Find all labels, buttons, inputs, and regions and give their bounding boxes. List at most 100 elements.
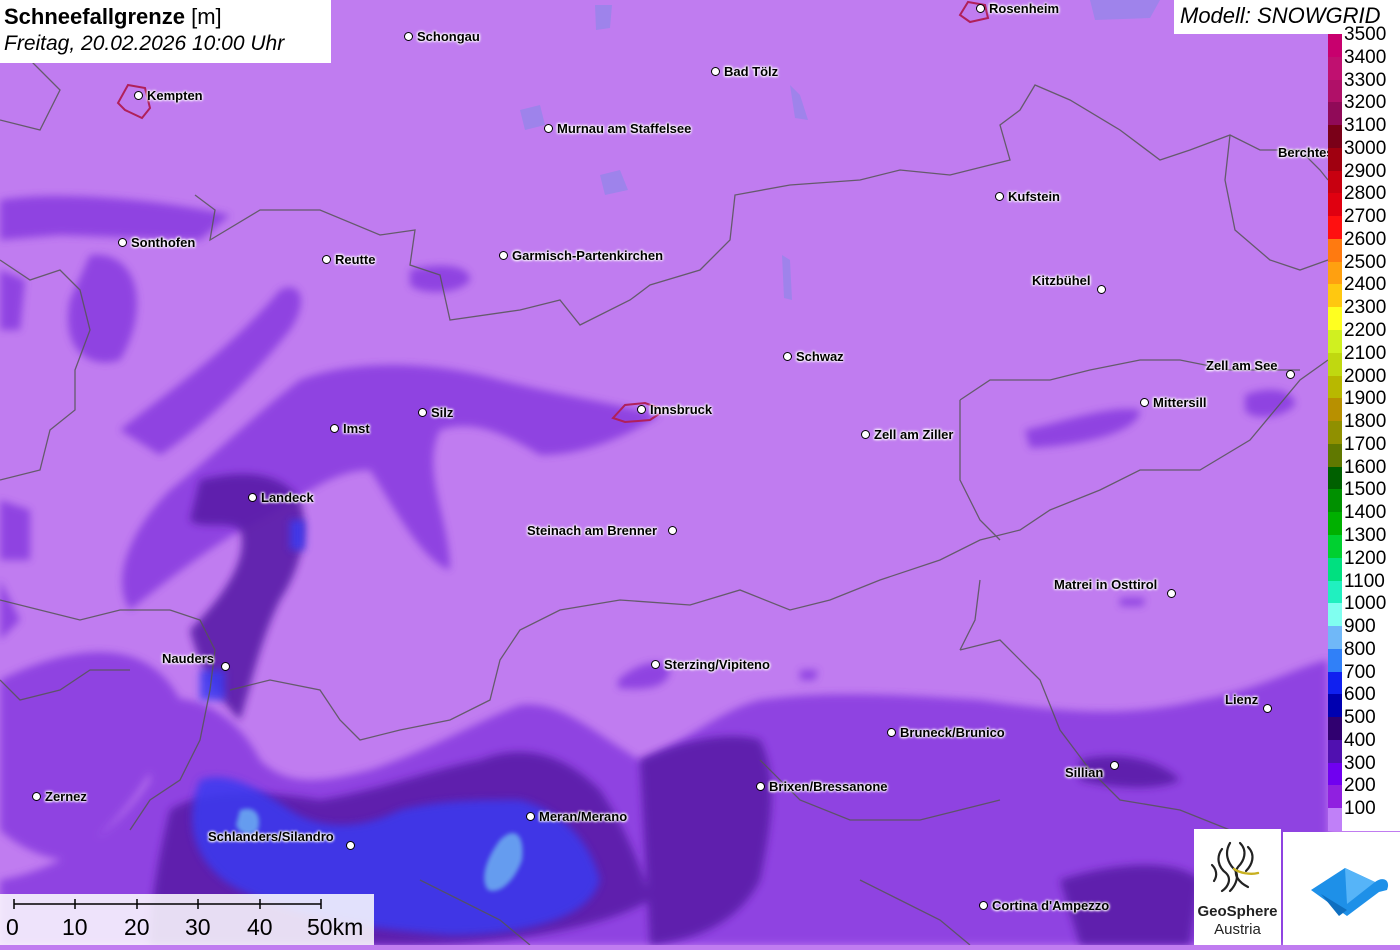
scale-tick-label: 40 — [247, 914, 273, 940]
city-dot — [711, 67, 720, 76]
legend-label: 3400 — [1344, 46, 1387, 68]
city-label: Lienz — [1225, 692, 1259, 707]
map-title: Schneefallgrenze [m] — [4, 3, 327, 30]
city-label: Murnau am Staffelsee — [557, 121, 692, 136]
city-label: Zell am See — [1206, 358, 1278, 373]
city-dot — [979, 901, 988, 910]
legend-label: 1900 — [1344, 388, 1387, 410]
legend-swatch — [1328, 739, 1342, 764]
legend-swatch — [1328, 330, 1342, 354]
city-dot — [330, 424, 339, 433]
city-dot — [995, 192, 1004, 201]
city-label: Zell am Ziller — [874, 427, 954, 442]
city-dot — [637, 405, 646, 414]
city-label: Reutte — [335, 252, 376, 267]
legend-label: 1000 — [1344, 593, 1387, 615]
legend-swatch — [1328, 102, 1342, 126]
parameter-unit: [m] — [191, 4, 222, 29]
city-dot — [861, 430, 870, 439]
city-label: Kempten — [147, 88, 203, 103]
legend-swatch — [1328, 466, 1342, 490]
city-label: Meran/Merano — [539, 809, 628, 824]
city-dot — [32, 792, 41, 801]
city-dot — [134, 91, 143, 100]
legend-label: 3100 — [1344, 115, 1387, 137]
city-label: Rosenheim — [989, 1, 1060, 16]
scale-tick-label: 0 — [6, 914, 19, 940]
legend-swatch — [1328, 375, 1342, 399]
legend-swatch — [1328, 626, 1342, 650]
city-label: Landeck — [261, 490, 314, 505]
city-label: Nauders — [162, 651, 215, 666]
legend-swatch — [1328, 603, 1342, 627]
city-dot — [322, 255, 331, 264]
legend-swatch — [1328, 762, 1342, 786]
city-dot — [1286, 370, 1295, 379]
legend-swatch — [1328, 808, 1342, 832]
legend-label: 100 — [1344, 798, 1376, 820]
city-label: Sillian — [1065, 765, 1104, 780]
city-dot — [651, 660, 660, 669]
legend-swatch — [1328, 284, 1342, 308]
forecast-datetime: Freitag, 20.02.2026 10:00 Uhr — [4, 32, 285, 55]
legend-swatch — [1328, 534, 1342, 559]
legend-label: 3300 — [1344, 69, 1387, 91]
legend-label: 1600 — [1344, 456, 1387, 478]
snowfall-line-map — [0, 0, 1400, 945]
city-label: Sterzing/Vipiteno — [664, 657, 770, 672]
legend-swatch — [1328, 557, 1342, 581]
legend-swatch — [1328, 238, 1342, 263]
parameter-name: Schneefallgrenze — [4, 4, 185, 29]
city-dot — [756, 782, 765, 791]
city-dot — [1097, 285, 1106, 294]
legend-label: 900 — [1344, 616, 1376, 638]
city-label: Imst — [343, 421, 370, 436]
city-label: Bad Tölz — [724, 64, 779, 79]
weather-app-logo — [1283, 832, 1400, 945]
city-dot — [221, 662, 230, 671]
city-dot — [404, 32, 413, 41]
scale-bar-ruler — [13, 899, 322, 909]
legend-swatch — [1328, 261, 1342, 285]
legend-label: 1700 — [1344, 433, 1387, 455]
legend-swatch — [1328, 193, 1342, 217]
legend-swatch — [1328, 421, 1342, 445]
legend-label: 400 — [1344, 729, 1376, 751]
city-label: Mittersill — [1153, 395, 1207, 410]
legend-label: 1100 — [1344, 570, 1385, 592]
legend-label: 3000 — [1344, 137, 1387, 159]
city-label: Innsbruck — [650, 402, 713, 417]
legend-label: 1500 — [1344, 479, 1387, 501]
legend-label: 3500 — [1344, 24, 1387, 45]
scale-tick-label: 30 — [185, 914, 211, 940]
city-dot — [668, 526, 677, 535]
geosphere-logo: GeoSphere Austria — [1194, 829, 1281, 945]
legend-swatch — [1328, 307, 1342, 331]
legend-label: 200 — [1344, 775, 1376, 797]
scale-tick-label: 20 — [124, 914, 150, 940]
city-dot — [118, 238, 127, 247]
city-dot — [1140, 398, 1149, 407]
city-label: Cortina d'Ampezzo — [992, 898, 1110, 913]
legend-swatch — [1328, 125, 1342, 149]
city-dot — [346, 841, 355, 850]
geosphere-country: Austria — [1214, 921, 1261, 938]
legend-swatch — [1328, 170, 1342, 194]
city-label: Sonthofen — [131, 235, 196, 250]
scale-tick-label: 10 — [62, 914, 88, 940]
city-label: Brixen/Bressanone — [769, 779, 888, 794]
legend-swatch — [1328, 216, 1342, 240]
legend-swatch — [1328, 671, 1342, 695]
legend-label: 2500 — [1344, 251, 1387, 273]
legend-swatch — [1328, 398, 1342, 422]
city-label: Schongau — [417, 29, 480, 44]
legend-swatch — [1328, 785, 1342, 809]
legend-label: 600 — [1344, 684, 1376, 706]
city-dot — [418, 408, 427, 417]
legend-label: 2200 — [1344, 320, 1387, 342]
legend-swatch — [1328, 352, 1342, 377]
legend-label: 2600 — [1344, 228, 1387, 250]
scale-tick-label: 50km — [307, 914, 364, 940]
legend-label: 2400 — [1344, 274, 1387, 296]
legend-swatch — [1328, 443, 1342, 468]
